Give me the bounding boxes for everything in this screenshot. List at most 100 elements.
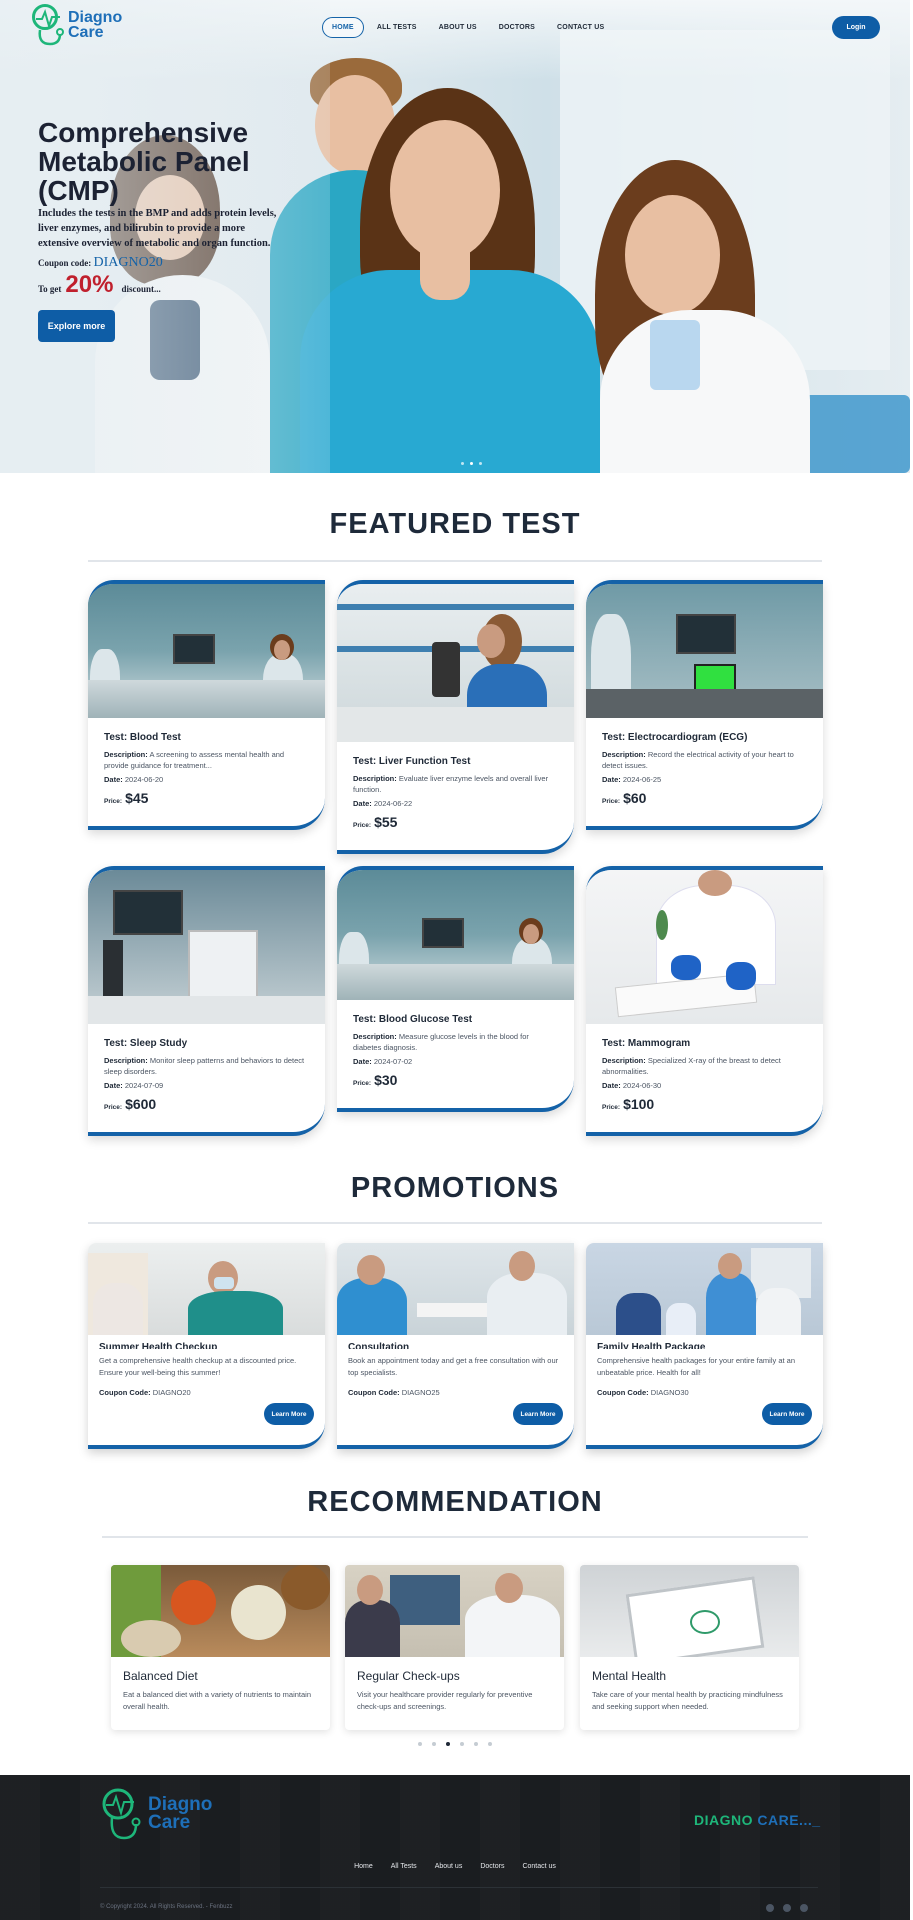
test-date: 2024-06-22 (373, 799, 413, 808)
hero-dot[interactable] (479, 462, 482, 465)
copyright-text: © Copyright 2024. All Rights Reserved. -… (100, 1904, 233, 1910)
hero-title: Comprehensive Metabolic Panel (CMP) (38, 117, 250, 206)
brand-name-line2: Care (68, 24, 104, 41)
promotion-description: Comprehensive health packages for your e… (597, 1356, 796, 1377)
hero-banner: Diagno Care HOME ALL TESTS ABOUT US DOCT… (0, 0, 910, 473)
nurse-patient-photo (88, 1243, 325, 1335)
hero-discount: To get 20% discount... (38, 271, 161, 298)
test-card[interactable]: Test: Sleep Study Description: Monitor s… (88, 866, 325, 1136)
brand-logo[interactable]: Diagno Care (30, 4, 122, 46)
nav-contact-us[interactable]: CONTACT US (548, 18, 613, 37)
recommendation-title: RECOMMENDATION (307, 1486, 603, 1518)
promotion-code: DIAGNO30 (650, 1388, 689, 1397)
github-icon[interactable] (800, 1904, 808, 1912)
footer-logo[interactable]: Diagno Care (100, 1788, 212, 1840)
nav-doctors[interactable]: DOCTORS (490, 18, 544, 37)
brand-name-line1: Diagno (68, 9, 123, 26)
test-date: 2024-07-02 (373, 1057, 413, 1066)
test-card[interactable]: Test: Electrocardiogram (ECG) Descriptio… (586, 580, 823, 830)
carousel-dot[interactable] (432, 1742, 436, 1746)
consultation-photo (337, 1243, 574, 1335)
recommendation-card[interactable]: Regular Check-ups Visit your healthcare … (345, 1565, 564, 1730)
test-name: Test: Blood Test (104, 732, 181, 743)
recommendation-name: Mental Health (592, 1669, 667, 1683)
promotion-card[interactable]: Summer Health Checkup Get a comprehensiv… (88, 1243, 325, 1449)
promotions-title: PROMOTIONS (350, 1172, 560, 1204)
hero-discount-value: 20% (65, 271, 114, 298)
carousel-dot[interactable] (460, 1742, 464, 1746)
hero-carousel-dots (461, 462, 482, 465)
stethoscope-heart-icon (100, 1788, 152, 1840)
footer-link-contact-us[interactable]: Contact us (522, 1863, 555, 1870)
test-card[interactable]: Test: Blood Glucose Test Description: Me… (337, 866, 574, 1112)
promotion-code: DIAGNO20 (152, 1388, 191, 1397)
footer-link-home[interactable]: Home (354, 1863, 373, 1870)
promotion-card[interactable]: Consultation Book an appointment today a… (337, 1243, 574, 1449)
recommendation-name: Balanced Diet (123, 1669, 198, 1683)
mammogram-doctor-photo (586, 870, 823, 1024)
microscope-photo (337, 584, 574, 742)
test-card[interactable]: Test: Liver Function Test Description: E… (337, 580, 574, 854)
nav-all-tests[interactable]: ALL TESTS (368, 18, 426, 37)
hero-dot[interactable] (461, 462, 464, 465)
sleep-lab-photo (88, 870, 325, 1024)
ecg-lab-photo (586, 584, 823, 718)
test-date: 2024-06-30 (622, 1081, 662, 1090)
recommendation-description: Eat a balanced diet with a variety of nu… (123, 1690, 312, 1711)
test-date: 2024-07-09 (124, 1081, 164, 1090)
carousel-dot[interactable] (488, 1742, 492, 1746)
instagram-icon[interactable] (766, 1904, 774, 1912)
test-name: Test: Sleep Study (104, 1038, 188, 1049)
recommendation-card[interactable]: Balanced Diet Eat a balanced diet with a… (111, 1565, 330, 1730)
test-price: $45 (125, 790, 149, 806)
footer-brand-line2: Care (148, 1812, 191, 1833)
promotion-description: Book an appointment today and get a free… (348, 1356, 559, 1377)
top-navigation: Diagno Care HOME ALL TESTS ABOUT US DOCT… (0, 0, 910, 55)
recommendation-name: Regular Check-ups (357, 1669, 460, 1683)
recommendation-divider (102, 1536, 808, 1538)
promotions-divider (88, 1222, 822, 1224)
recommendation-description: Visit your healthcare provider regularly… (357, 1690, 533, 1711)
footer-link-doctors[interactable]: Doctors (480, 1863, 504, 1870)
login-button[interactable]: Login (832, 16, 880, 39)
healthy-food-photo (111, 1565, 330, 1657)
carousel-dot[interactable] (474, 1742, 478, 1746)
test-date: 2024-06-25 (622, 775, 662, 784)
footer-link-about-us[interactable]: About us (435, 1863, 463, 1870)
promotion-name: Summer Health Checkup (99, 1342, 218, 1349)
nav-about-us[interactable]: ABOUT US (430, 18, 486, 37)
nav-home[interactable]: HOME (322, 17, 364, 38)
facebook-icon[interactable] (783, 1904, 791, 1912)
recommendation-description: Take care of your mental health by pract… (592, 1690, 783, 1711)
mental-health-tablet-photo (580, 1565, 799, 1657)
test-date: 2024-06-20 (124, 775, 164, 784)
explore-more-button[interactable]: Explore more (38, 310, 115, 342)
carousel-dot-active[interactable] (446, 1742, 450, 1746)
footer-link-all-tests[interactable]: All Tests (391, 1863, 417, 1870)
test-name: Test: Mammogram (602, 1038, 691, 1049)
test-name: Test: Liver Function Test (353, 756, 471, 767)
learn-more-button[interactable]: Learn More (264, 1403, 314, 1425)
recommendation-carousel-dots (418, 1742, 492, 1746)
test-card[interactable]: Test: Blood Test Description: A screenin… (88, 580, 325, 830)
social-links (766, 1904, 808, 1912)
learn-more-button[interactable]: Learn More (513, 1403, 563, 1425)
promotion-code: DIAGNO25 (401, 1388, 440, 1397)
recommendation-card[interactable]: Mental Health Take care of your mental h… (580, 1565, 799, 1730)
family-doctor-photo (586, 1243, 823, 1335)
test-price: $30 (374, 1072, 398, 1088)
footer-brand-text: DIAGNO CARE..._ (694, 1812, 821, 1828)
test-card[interactable]: Test: Mammogram Description: Specialized… (586, 866, 823, 1136)
hero-content: Comprehensive Metabolic Panel (CMP) Incl… (38, 118, 288, 342)
footer: Diagno Care DIAGNO CARE..._ Home All Tes… (0, 1775, 910, 1920)
footer-divider (100, 1887, 818, 1888)
hero-coupon-code: DIAGNO20 (93, 255, 163, 270)
promotion-card[interactable]: Family Health Package Comprehensive heal… (586, 1243, 823, 1449)
doctor-checkup-photo (345, 1565, 564, 1657)
hero-dot[interactable] (470, 462, 473, 465)
featured-title: FEATURED TEST (329, 508, 581, 540)
learn-more-button[interactable]: Learn More (762, 1403, 812, 1425)
featured-divider (88, 560, 822, 562)
promotion-description: Get a comprehensive health checkup at a … (99, 1356, 297, 1377)
carousel-dot[interactable] (418, 1742, 422, 1746)
